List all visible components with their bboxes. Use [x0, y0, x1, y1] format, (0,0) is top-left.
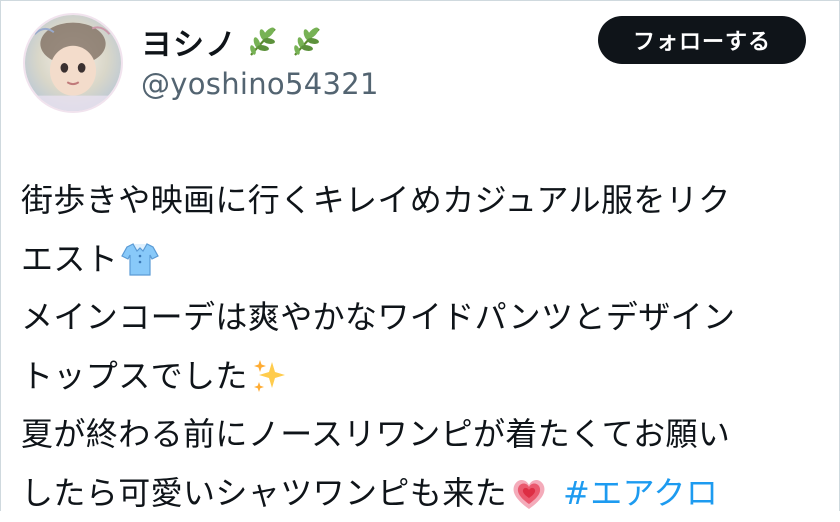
herb-icon — [289, 23, 325, 59]
herb-icon — [245, 23, 281, 59]
tweet-line-text: 街歩きや映画に行くキレイめカジュアル服をリク — [21, 171, 731, 230]
avatar[interactable] — [23, 13, 123, 113]
tweet-line: 街歩きや映画に行くキレイめカジュアル服をリク — [21, 171, 821, 230]
growing-heart-icon — [509, 473, 549, 513]
tweet-line-text: 夏が終わる前にノースリワンピが着たくてお願い — [21, 405, 730, 464]
user-handle[interactable]: @yoshino54321 — [141, 67, 379, 101]
tweet-line: トップスでした — [21, 347, 821, 406]
follow-button[interactable]: フォローする — [598, 16, 806, 64]
tweet-line-text: エスト — [21, 230, 118, 289]
tweet-line-text: メインコーデは爽やかなワイドパンツとデザイン — [21, 288, 735, 347]
sparkles-icon — [250, 356, 290, 396]
tweet-line: メインコーデは爽やかなワイドパンツとデザイン — [21, 288, 821, 347]
tweet-card: ヨシノ @yoshino54321 — [0, 0, 840, 511]
hashtag-link[interactable]: #エアクロ — [563, 464, 718, 522]
tweet-line-text: トップスでした — [21, 347, 248, 406]
t-shirt-icon — [120, 239, 160, 279]
tweet-line: したら可愛いシャツワンピも来た #エアクロ — [21, 464, 821, 522]
tweet-line: エスト — [21, 230, 821, 289]
tweet-line-text: したら可愛いシャツワンピも来た — [21, 464, 507, 522]
name-row: ヨシノ — [141, 19, 325, 63]
tweet-line: 夏が終わる前にノースリワンピが着たくてお願い — [21, 405, 821, 464]
display-name[interactable]: ヨシノ — [141, 19, 237, 64]
tweet-text: 街歩きや映画に行くキレイめカジュアル服をリク エスト メインコーデは爽やかなワイ… — [21, 171, 821, 522]
